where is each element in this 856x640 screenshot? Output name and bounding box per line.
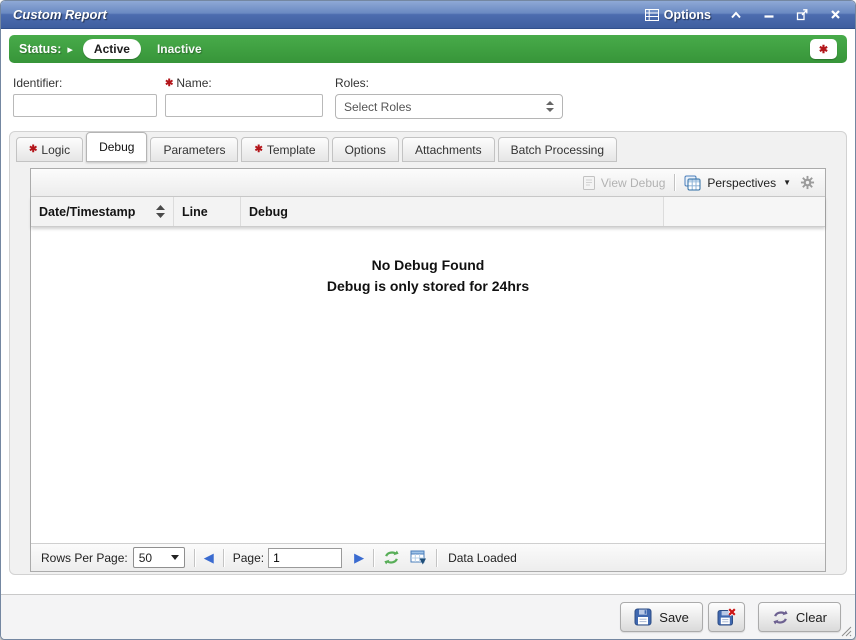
required-indicator-button[interactable]: ✱ — [810, 39, 837, 59]
roles-selected-value: Select Roles — [344, 100, 411, 114]
debug-table-panel: View Debug Perspectives ▼ — [30, 168, 826, 572]
column-header-debug: Debug — [241, 197, 664, 226]
grid-body: No Debug Found Debug is only stored for … — [31, 227, 825, 543]
rows-per-page-label: Rows Per Page: — [41, 551, 128, 565]
export-table-button[interactable] — [410, 550, 427, 565]
tab-parameters[interactable]: Parameters — [150, 137, 238, 162]
options-grid-icon — [645, 9, 659, 21]
required-icon: ✱ — [165, 78, 173, 89]
roles-select[interactable]: Select Roles — [335, 94, 563, 119]
report-form: Identifier: ✱ Name: Roles: Select Roles — [1, 63, 855, 127]
save-button[interactable]: Save — [620, 602, 703, 632]
tab-batch-processing[interactable]: Batch Processing — [498, 137, 617, 162]
footer-bar: Save Clear — [1, 594, 855, 639]
pagination-separator — [194, 549, 195, 567]
pagination-separator — [436, 549, 437, 567]
next-page-button[interactable]: ▶ — [354, 551, 364, 564]
resize-grip[interactable] — [839, 624, 852, 637]
name-input[interactable] — [165, 94, 323, 117]
save-and-close-button[interactable] — [708, 602, 745, 632]
tab-panel-container: ✱ Logic Debug Parameters ✱ Template Opti… — [9, 131, 847, 575]
page-label: Page: — [233, 551, 264, 565]
window-title: Custom Report — [13, 7, 107, 22]
document-icon — [582, 175, 596, 191]
column-header-line: Line — [174, 197, 241, 226]
save-label: Save — [659, 610, 689, 625]
save-close-floppy-x-icon — [717, 608, 736, 626]
tab-template[interactable]: ✱ Template — [241, 137, 328, 162]
required-icon: ✱ — [29, 144, 37, 155]
perspectives-button[interactable]: Perspectives ▼ — [684, 175, 791, 191]
perspectives-icon — [684, 175, 702, 191]
status-option-active[interactable]: Active — [83, 39, 141, 59]
collapse-button[interactable] — [728, 7, 744, 23]
empty-state-title: No Debug Found — [31, 255, 825, 276]
toolbar-separator — [674, 174, 675, 191]
tab-strip: ✱ Logic Debug Parameters ✱ Template Opti… — [10, 132, 846, 162]
gear-icon — [800, 175, 815, 190]
identifier-label: Identifier: — [13, 76, 157, 90]
tab-logic[interactable]: ✱ Logic — [16, 137, 83, 162]
pagination-bar: Rows Per Page: 50 ◀ Page: ▶ — [31, 543, 825, 571]
options-label: Options — [664, 8, 711, 22]
stepper-icon — [546, 101, 554, 112]
sort-icon — [156, 205, 165, 218]
view-debug-button[interactable]: View Debug — [582, 175, 666, 191]
custom-report-window: Custom Report Options — [0, 0, 856, 640]
identifier-input[interactable] — [13, 94, 157, 117]
status-label: Status: — [19, 42, 61, 56]
close-button[interactable] — [827, 7, 843, 23]
rows-per-page-select[interactable]: 50 — [133, 547, 185, 568]
minimize-button[interactable] — [761, 7, 777, 23]
status-option-inactive[interactable]: Inactive — [157, 42, 202, 56]
status-bar: Status: ▸ Active Inactive ✱ — [9, 35, 847, 63]
popout-icon — [796, 8, 809, 21]
page-input[interactable] — [268, 548, 342, 568]
perspectives-label: Perspectives — [707, 176, 776, 190]
pagination-separator — [223, 549, 224, 567]
data-loaded-status: Data Loaded — [448, 551, 517, 565]
clear-button[interactable]: Clear — [758, 602, 841, 632]
status-arrow-icon: ▸ — [67, 43, 73, 56]
tab-options[interactable]: Options — [332, 137, 399, 162]
chevron-up-icon — [730, 11, 742, 19]
clear-refresh-icon — [772, 610, 789, 625]
refresh-icon — [383, 550, 400, 565]
empty-state-subtitle: Debug is only stored for 24hrs — [31, 276, 825, 297]
export-table-icon — [410, 550, 427, 565]
grid-header: Date/Timestamp Line Debug — [31, 197, 825, 227]
chevron-down-icon — [171, 555, 179, 560]
required-icon: ✱ — [254, 144, 262, 155]
minimize-icon — [763, 10, 775, 20]
grid-settings-button[interactable] — [800, 175, 815, 190]
column-header-date-timestamp[interactable]: Date/Timestamp — [31, 197, 174, 226]
pagination-separator — [373, 549, 374, 567]
name-label: ✱ Name: — [165, 76, 323, 90]
tab-attachments[interactable]: Attachments — [402, 137, 495, 162]
save-floppy-icon — [634, 608, 652, 626]
refresh-button[interactable] — [383, 550, 400, 565]
view-debug-label: View Debug — [601, 176, 666, 190]
clear-label: Clear — [796, 610, 827, 625]
popout-button[interactable] — [794, 7, 810, 23]
close-icon — [830, 9, 841, 20]
roles-label: Roles: — [335, 76, 563, 90]
options-button[interactable]: Options — [645, 8, 711, 22]
titlebar: Custom Report Options — [1, 1, 855, 29]
tab-debug[interactable]: Debug — [86, 132, 147, 162]
column-header-filler — [664, 197, 825, 226]
previous-page-button[interactable]: ◀ — [204, 551, 214, 564]
caret-down-icon: ▼ — [783, 178, 791, 187]
grid-toolbar: View Debug Perspectives ▼ — [31, 169, 825, 197]
